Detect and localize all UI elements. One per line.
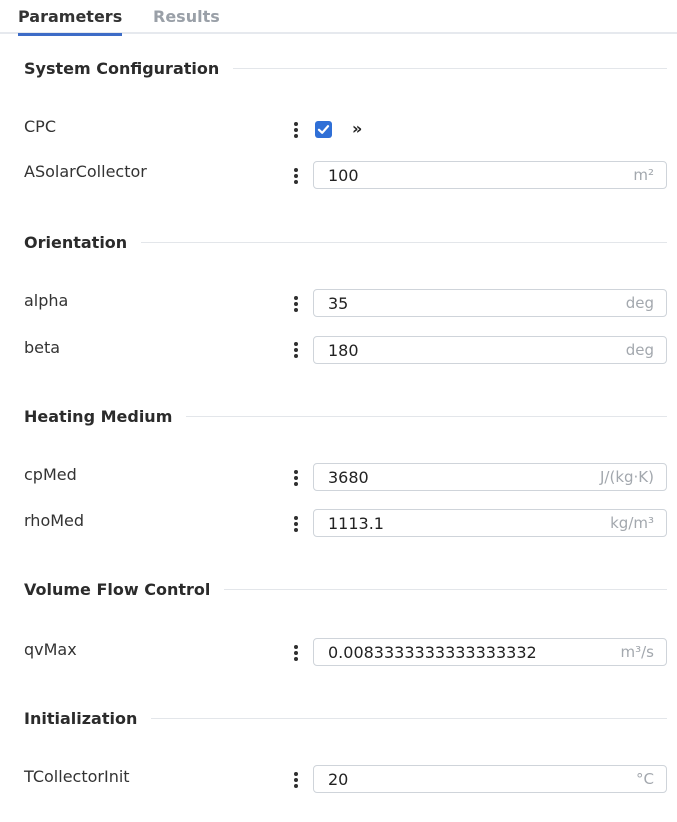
- tab-results[interactable]: Results: [153, 0, 220, 34]
- beta-unit: deg: [625, 341, 654, 359]
- beta-input[interactable]: 180: [314, 341, 626, 360]
- param-label-tcollectorinit: TCollectorInit: [24, 767, 130, 786]
- section-header-initialization: Initialization: [24, 707, 667, 729]
- section-title: Orientation: [24, 232, 128, 252]
- tcollectorinit-unit: °C: [636, 770, 654, 788]
- section-title: Heating Medium: [24, 406, 173, 426]
- section-divider: [233, 67, 667, 69]
- section-divider: [224, 588, 667, 590]
- section-header-system-configuration: System Configuration: [24, 57, 667, 79]
- tcollectorinit-field[interactable]: 20 °C: [313, 765, 667, 793]
- param-menu-cpc-icon[interactable]: [289, 118, 303, 142]
- section-divider: [186, 415, 667, 417]
- alpha-field[interactable]: 35 deg: [313, 289, 667, 317]
- param-label-qvmax: qvMax: [24, 640, 77, 659]
- rhomed-unit: kg/m³: [610, 514, 654, 532]
- asolarcollector-field[interactable]: 100 m²: [313, 161, 667, 189]
- cpc-checkbox[interactable]: [315, 121, 332, 138]
- param-label-cpmed: cpMed: [24, 465, 77, 484]
- checkmark-icon: [317, 125, 330, 134]
- qvmax-field[interactable]: 0.0083333333333333332 m³/s: [313, 638, 667, 666]
- tab-bar: Parameters Results: [0, 0, 677, 36]
- param-label-beta: beta: [24, 338, 61, 357]
- alpha-input[interactable]: 35: [314, 294, 626, 313]
- tcollectorinit-input[interactable]: 20: [314, 770, 636, 789]
- asolarcollector-unit: m²: [633, 166, 654, 184]
- section-header-heating-medium: Heating Medium: [24, 405, 667, 427]
- alpha-unit: deg: [625, 294, 654, 312]
- param-label-alpha: alpha: [24, 291, 69, 310]
- param-menu-rhomed-icon[interactable]: [289, 512, 303, 536]
- rhomed-field[interactable]: 1113.1 kg/m³: [313, 509, 667, 537]
- tab-parameters[interactable]: Parameters: [18, 0, 123, 36]
- param-label-cpc: CPC: [24, 117, 56, 136]
- param-menu-tcollectorinit-icon[interactable]: [289, 768, 303, 792]
- section-divider: [151, 717, 667, 719]
- section-title: Volume Flow Control: [24, 579, 211, 599]
- section-header-orientation: Orientation: [24, 231, 667, 253]
- qvmax-unit: m³/s: [620, 643, 655, 661]
- section-title: Initialization: [24, 708, 138, 728]
- asolarcollector-input[interactable]: 100: [314, 166, 633, 185]
- section-header-volume-flow-control: Volume Flow Control: [24, 578, 667, 600]
- rhomed-input[interactable]: 1113.1: [314, 514, 610, 533]
- param-label-rhomed: rhoMed: [24, 511, 85, 530]
- param-menu-alpha-icon[interactable]: [289, 292, 303, 316]
- cpmed-input[interactable]: 3680: [314, 468, 600, 487]
- param-menu-qvmax-icon[interactable]: [289, 641, 303, 665]
- beta-field[interactable]: 180 deg: [313, 336, 667, 364]
- param-menu-cpmed-icon[interactable]: [289, 466, 303, 490]
- section-title: System Configuration: [24, 58, 220, 78]
- param-label-asolarcollector: ASolarCollector: [24, 162, 147, 181]
- cpmed-field[interactable]: 3680 J/(kg·K): [313, 463, 667, 491]
- param-menu-beta-icon[interactable]: [289, 338, 303, 362]
- section-divider: [141, 241, 667, 243]
- param-menu-asolarcollector-icon[interactable]: [289, 164, 303, 188]
- cpmed-unit: J/(kg·K): [600, 468, 654, 486]
- double-chevron-right-icon[interactable]: »: [352, 119, 362, 139]
- qvmax-input[interactable]: 0.0083333333333333332: [314, 643, 621, 662]
